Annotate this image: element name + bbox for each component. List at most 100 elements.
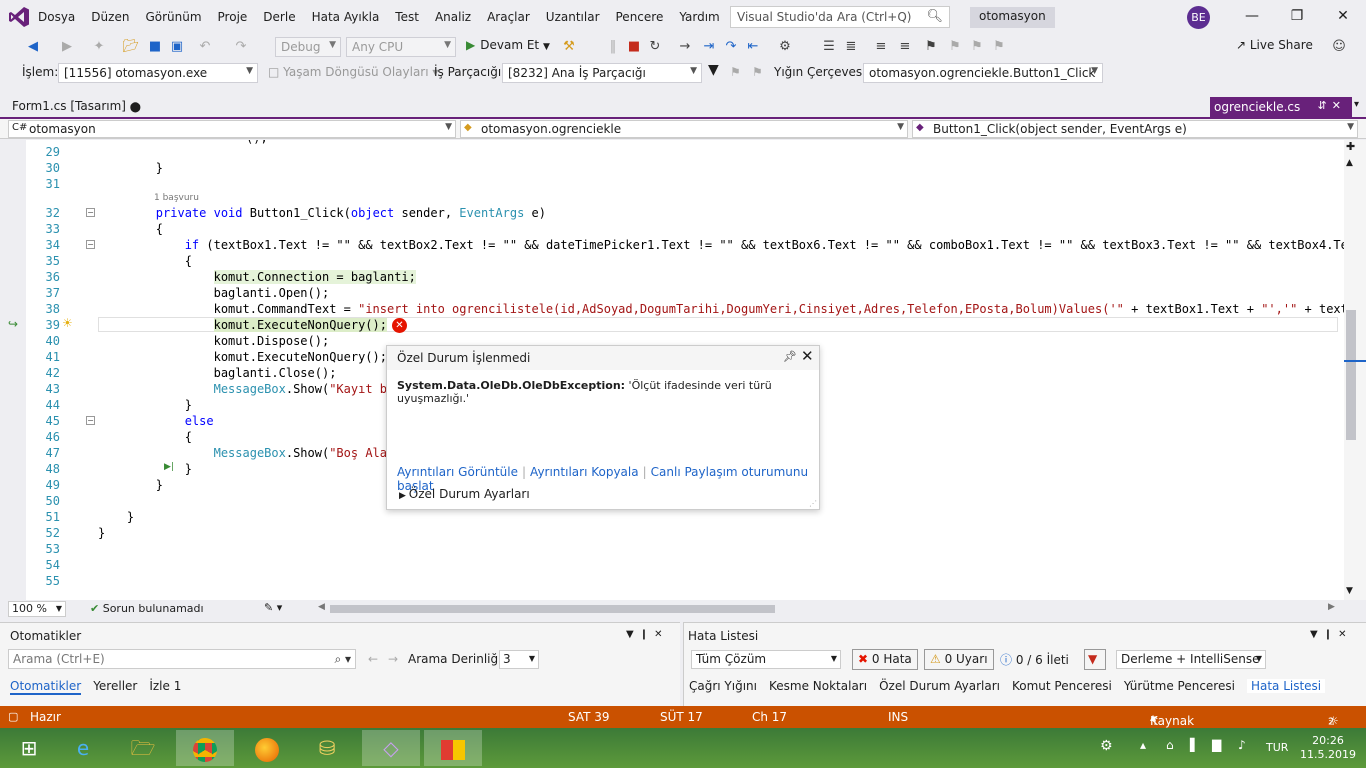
filter-icon[interactable]: ▼ xyxy=(708,62,719,78)
menu-test[interactable]: Test xyxy=(389,10,425,24)
pause-icon[interactable]: ‖ xyxy=(604,38,622,56)
show-next-statement-icon[interactable]: → xyxy=(676,38,694,56)
tab-watch1[interactable]: İzle 1 xyxy=(149,679,181,695)
tab-command-window[interactable]: Komut Penceresi xyxy=(1012,679,1112,693)
comment-icon[interactable]: ≣ xyxy=(842,38,860,56)
menu-debug[interactable]: Hata Ayıkla xyxy=(306,10,386,24)
search-back-icon[interactable]: ← xyxy=(368,652,378,666)
menu-edit[interactable]: Düzen xyxy=(85,10,135,24)
pin-icon[interactable]: 📌︎ xyxy=(783,350,797,363)
search-forward-icon[interactable]: → xyxy=(388,652,398,666)
file-explorer-icon[interactable]: 🗁︎ xyxy=(114,730,172,766)
prev-bookmark-icon[interactable]: ⚑ xyxy=(946,38,964,56)
firefox-icon[interactable] xyxy=(238,730,296,766)
thread-combo[interactable]: [8232] Ana İş Parçacığı ▼ xyxy=(502,63,702,83)
back-icon[interactable]: ◀ xyxy=(24,38,42,56)
editor-vertical-scrollbar[interactable]: ✚ ▲ ▼ xyxy=(1344,140,1366,600)
lifecycle-events-button[interactable]: □ Yaşam Döngüsü Olayları ▾ xyxy=(268,65,438,79)
flag-icon[interactable]: ⚑ xyxy=(730,65,741,79)
app-window-icon[interactable] xyxy=(424,730,482,766)
menu-extensions[interactable]: Uzantılar xyxy=(540,10,606,24)
menu-file[interactable]: Dosya xyxy=(32,10,81,24)
tab-exception-settings[interactable]: Özel Durum Ayarları xyxy=(879,679,1000,693)
errors-filter-button[interactable]: ✖ 0 Hata xyxy=(852,649,918,670)
collapse-icon[interactable]: − xyxy=(86,208,95,217)
process-combo[interactable]: [11556] otomasyon.exe ▼ xyxy=(58,63,258,83)
collapse-icon[interactable]: − xyxy=(86,240,95,249)
forward-icon[interactable]: ▶ xyxy=(58,38,76,56)
close-icon[interactable]: ✕ xyxy=(1333,6,1353,26)
project-combo[interactable]: C# otomasyon ▼ xyxy=(8,120,456,138)
configuration-combo[interactable]: Debug ▼ xyxy=(275,37,341,57)
scrollbar-thumb[interactable] xyxy=(1346,310,1356,440)
restore-icon[interactable]: ❐ xyxy=(1287,6,1307,26)
next-bookmark-icon[interactable]: ⚑ xyxy=(968,38,986,56)
scroll-right-icon[interactable]: ▶ xyxy=(1328,602,1335,612)
health-indicator[interactable]: ✔ Sorun bulunamadı xyxy=(90,602,204,615)
new-project-icon[interactable]: ✦ xyxy=(90,38,108,56)
chevron-down-icon[interactable]: ▼ xyxy=(626,629,640,640)
clock[interactable]: 20:26 11.5.2019 xyxy=(1300,734,1356,762)
tab-breakpoints[interactable]: Kesme Noktaları xyxy=(769,679,867,693)
step-into-icon[interactable]: ⇥ xyxy=(700,38,718,56)
minimize-icon[interactable]: — xyxy=(1242,6,1262,26)
brush-icon[interactable]: ✎ ▾ xyxy=(264,601,282,614)
menu-help[interactable]: Yardım xyxy=(673,10,725,24)
menu-analyze[interactable]: Analiz xyxy=(429,10,477,24)
reference-count-hint[interactable]: 1 başvuru xyxy=(154,193,199,203)
pin-icon[interactable]: ⬤ xyxy=(130,102,141,113)
menu-view[interactable]: Görünüm xyxy=(139,10,207,24)
class-combo[interactable]: ◆ otomasyon.ogrenciekle ▼ xyxy=(460,120,908,138)
close-icon[interactable]: ✕ xyxy=(1338,629,1352,640)
visual-studio-taskbar-icon[interactable]: ◇ xyxy=(362,730,420,766)
outdent-icon[interactable]: ≡ xyxy=(896,38,914,56)
scroll-left-icon[interactable]: ◀ xyxy=(318,602,325,612)
internet-explorer-icon[interactable]: e xyxy=(54,730,112,766)
restart-icon[interactable]: ↻ xyxy=(646,38,664,56)
filter-icon[interactable]: ▼ xyxy=(1084,649,1106,670)
view-details-link[interactable]: Ayrıntıları Görüntüle xyxy=(397,465,518,479)
close-icon[interactable]: ✕ xyxy=(654,629,668,640)
flag-all-icon[interactable]: ⚑ xyxy=(752,65,763,79)
save-all-icon[interactable]: ▣ xyxy=(168,38,186,56)
menu-build[interactable]: Derle xyxy=(257,10,301,24)
security-alert-icon[interactable]: ⚙ xyxy=(1100,738,1113,754)
tray-app-icon[interactable]: ⌂ xyxy=(1166,738,1174,752)
platform-combo[interactable]: Any CPU ▼ xyxy=(346,37,456,57)
tab-autos[interactable]: Otomatikler xyxy=(10,679,82,695)
open-icon[interactable]: 📂︎ xyxy=(122,38,140,56)
indicator-margin[interactable] xyxy=(0,140,26,600)
autos-search-input[interactable]: Arama (Ctrl+E) ⌕ ▾ xyxy=(8,649,356,669)
network-icon[interactable]: ▇ xyxy=(1212,738,1221,752)
feedback-icon[interactable]: ☺ xyxy=(1330,38,1348,56)
battery-icon[interactable]: ▌ xyxy=(1190,738,1199,752)
bookmark-icon[interactable]: ⚑ xyxy=(922,38,940,56)
undo-icon[interactable]: ↶ xyxy=(196,38,214,56)
scroll-down-icon[interactable]: ▼ xyxy=(1346,586,1353,596)
split-icon[interactable]: ✚ xyxy=(1346,140,1355,153)
warnings-filter-button[interactable]: ⚠ 0 Uyarı xyxy=(924,649,994,670)
source-control-button[interactable]: ↑ Kaynak Denetimine Ekle ▴ xyxy=(1150,710,1220,756)
tab-immediate-window[interactable]: Yürütme Penceresi xyxy=(1124,679,1235,693)
sql-tool-icon[interactable]: ⛁ xyxy=(298,730,356,766)
tab-overflow-icon[interactable]: ▾ xyxy=(1354,99,1359,110)
tab-ogrenciekle[interactable]: ogrenciekle.cs ⇵✕ xyxy=(1210,97,1352,117)
chrome-icon[interactable] xyxy=(176,730,234,766)
clear-bookmarks-icon[interactable]: ⚑ xyxy=(990,38,1008,56)
resize-grip-icon[interactable]: ⋰ xyxy=(809,499,817,508)
zoom-combo[interactable]: 100 % ▼ xyxy=(8,601,66,617)
stop-icon[interactable]: ■ xyxy=(625,38,643,56)
step-out-icon[interactable]: ⇤ xyxy=(744,38,762,56)
tab-locals[interactable]: Yereller xyxy=(93,679,137,695)
messages-filter-button[interactable]: ⓘ 0 / 6 İleti xyxy=(1000,651,1069,668)
exception-error-icon[interactable]: ✕ xyxy=(392,318,407,333)
attach-icon[interactable]: ⚒ xyxy=(560,38,578,56)
stack-frame-combo[interactable]: otomasyon.ogrenciekle.Button1_Click ▼ xyxy=(863,63,1103,83)
start-icon[interactable]: ⊞ xyxy=(0,730,58,766)
volume-icon[interactable]: ♪ xyxy=(1238,738,1246,752)
lightbulb-icon[interactable]: ☀ xyxy=(62,316,73,330)
tab-call-stack[interactable]: Çağrı Yığını xyxy=(689,679,757,693)
save-icon[interactable]: ■ xyxy=(146,38,164,56)
step-over-icon[interactable]: ↷ xyxy=(722,38,740,56)
exception-settings-expander[interactable]: ▶ Özel Durum Ayarları xyxy=(399,487,530,501)
